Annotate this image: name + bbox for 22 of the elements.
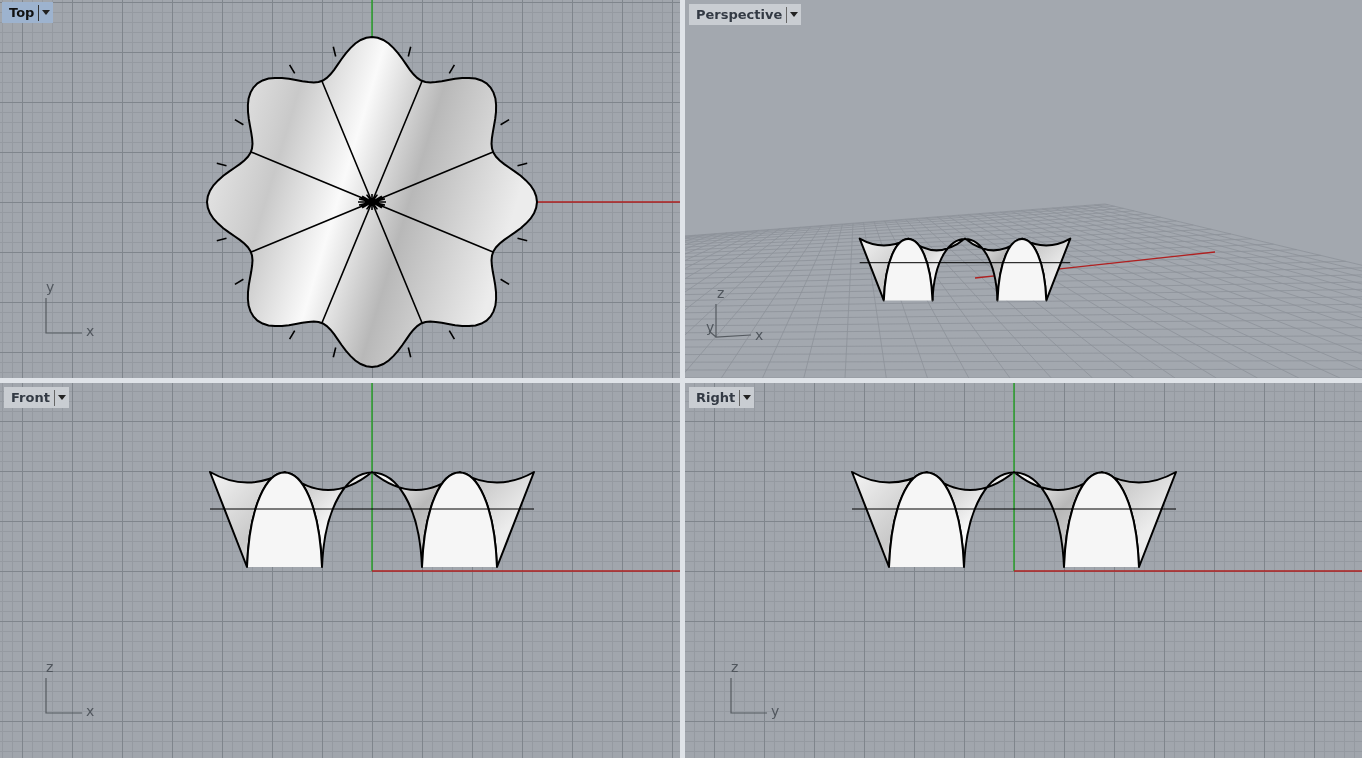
axis-label: z <box>717 286 725 300</box>
dropdown-arrow-icon[interactable] <box>739 389 752 406</box>
viewport[interactable]: Top y x <box>0 0 680 378</box>
axis-label: y <box>46 280 55 294</box>
viewport[interactable]: Front z x <box>0 383 680 758</box>
axis-label: y <box>771 704 780 718</box>
viewport[interactable]: Right z y <box>685 383 1362 758</box>
axis-triad-icon <box>43 296 83 336</box>
dropdown-arrow-icon[interactable] <box>786 6 799 23</box>
dropdown-arrow-icon[interactable] <box>53 389 66 406</box>
viewport-tab[interactable]: Perspective <box>689 4 802 25</box>
axis-label: z <box>46 660 54 674</box>
axis-label: x <box>755 328 764 342</box>
axis-triad-icon <box>728 676 768 716</box>
axis-label: z <box>731 660 739 674</box>
viewport-tab[interactable]: Top <box>2 2 54 23</box>
dropdown-arrow-icon[interactable] <box>38 4 51 21</box>
viewport-tab[interactable]: Front <box>4 387 69 408</box>
axis-label: x <box>86 704 95 718</box>
axis-label: x <box>86 324 95 338</box>
viewport-tab[interactable]: Right <box>689 387 755 408</box>
axis-triad-icon <box>43 676 83 716</box>
